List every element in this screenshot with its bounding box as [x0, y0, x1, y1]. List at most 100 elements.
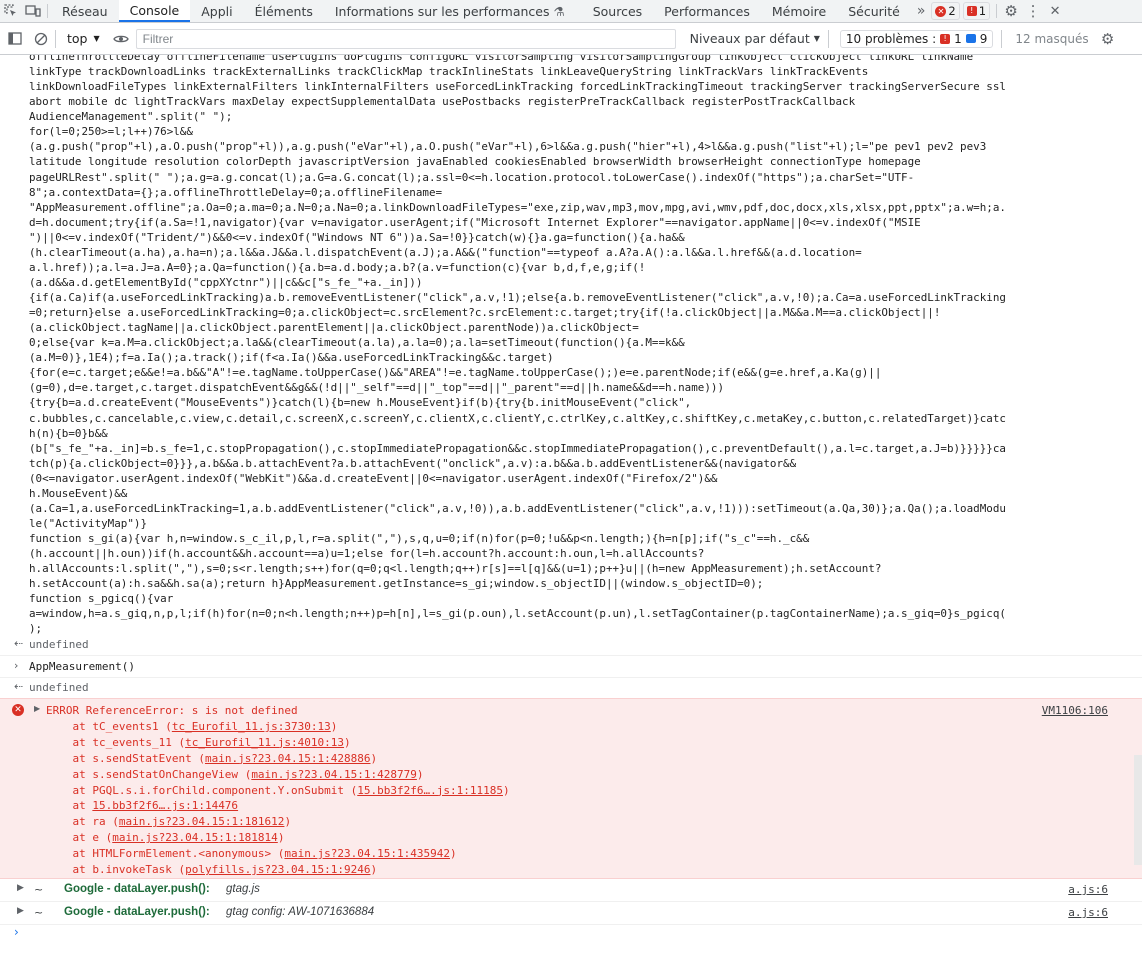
toolbar-divider [55, 29, 56, 48]
tabbar-divider-2 [996, 4, 998, 18]
stack-frame-link[interactable]: polyfills.js?23.04.15:1:9246 [185, 863, 370, 876]
stack-frame-function: at PGQL.s.i.forChild.component.Y.onSubmi… [46, 783, 351, 797]
expand-triangle-icon[interactable]: ▶ [34, 704, 40, 713]
log-label: Google - dataLayer.push(): [64, 906, 210, 918]
stack-frame: at tC_events1 (tc_Eurofil_11.js:3730:13) [46, 719, 510, 735]
stack-frame-function: at e [46, 831, 106, 845]
paren: ( [198, 751, 205, 765]
paren: ) [284, 815, 292, 829]
more-options-icon[interactable]: ⋮ [1022, 0, 1044, 22]
issue-icon: ! [966, 6, 977, 16]
dropdown-arrow-icon: ▼ [93, 34, 100, 43]
live-expression-eye-icon[interactable] [108, 34, 134, 44]
stack-frame: at HTMLFormElement.<anonymous> (main.js?… [46, 846, 510, 862]
dropdown-arrow-icon: ▼ [813, 34, 820, 43]
log-levels-dropdown[interactable]: Niveaux par défaut ▼ [690, 31, 820, 46]
problems-button[interactable]: 10 problèmes : ! 1 9 [839, 29, 994, 48]
problems-error-count: 1 [954, 31, 962, 46]
tab-appli[interactable]: Appli [190, 0, 243, 22]
tab-reseau[interactable]: Réseau [51, 0, 119, 22]
expand-triangle-icon[interactable]: ▶ [17, 883, 24, 893]
log-message: gtag.js [226, 883, 260, 895]
hidden-messages-count: 12 masqués [1015, 31, 1089, 46]
error-stack: ERROR ReferenceError: s is not defined a… [46, 703, 510, 878]
settings-gear-icon[interactable]: ⚙ [1000, 0, 1022, 22]
return-arrow-icon: ⇠ [14, 637, 24, 650]
error-source-link[interactable]: VM1106:106 [1042, 704, 1108, 717]
error-icon: ✕ [12, 704, 24, 716]
scrollbar-thumb[interactable] [1134, 755, 1142, 865]
tab-sources[interactable]: Sources [582, 0, 653, 22]
log-tilde: ~ [34, 906, 44, 919]
issue-icon: ! [940, 33, 951, 44]
context-label: top [67, 31, 88, 46]
paren: ) [370, 751, 378, 765]
inspect-element-icon[interactable] [0, 0, 22, 22]
stack-frame: at ra (main.js?23.04.15:1:181612) [46, 814, 510, 830]
stack-frame-function: at ra [46, 815, 113, 829]
stack-frame-link[interactable]: main.js?23.04.15:1:428886 [205, 752, 371, 765]
error-message: ✕ ▶ VM1106:106 ERROR ReferenceError: s i… [0, 698, 1142, 879]
stack-frame-link[interactable]: main.js?23.04.15:1:181814 [112, 831, 278, 844]
context-selector[interactable]: top ▼ [59, 31, 108, 46]
stack-frame-link[interactable]: tc_Eurofil_11.js:4010:13 [185, 736, 344, 749]
toolbar-divider-2 [827, 29, 829, 48]
stack-frame: at tc_events_11 (tc_Eurofil_11.js:4010:1… [46, 735, 510, 751]
tab-elements[interactable]: Éléments [244, 0, 324, 22]
console-prompt[interactable]: › [14, 925, 19, 939]
log-levels-label: Niveaux par défaut [689, 31, 810, 46]
result-text: undefined [29, 681, 89, 694]
stack-frame: at b.invokeTask (polyfills.js?23.04.15:1… [46, 862, 510, 878]
paren: ) [370, 863, 378, 877]
more-tabs-icon[interactable]: » [911, 0, 932, 22]
flask-icon: ⚗ [553, 3, 565, 19]
tab-console[interactable]: Console [118, 0, 191, 22]
tab-performance-insights[interactable]: Informations sur les performances ⚗ [324, 0, 576, 22]
tab-performances[interactable]: Performances [653, 0, 761, 22]
paren: ) [502, 783, 510, 797]
tabbar-divider [47, 4, 48, 18]
log-source-link[interactable]: a.js:6 [1068, 906, 1108, 919]
stack-frame-link[interactable]: 15.bb3f2f6….js:1:14476 [92, 799, 238, 812]
stack-frame-link[interactable]: 15.bb3f2f6….js:1:11185 [357, 784, 503, 797]
error-title: ERROR ReferenceError: s is not defined [46, 704, 298, 717]
google-log-row: ▶ ~ Google - dataLayer.push(): gtag conf… [0, 902, 1142, 925]
tab-securite[interactable]: Sécurité [837, 0, 911, 22]
error-count-badge[interactable]: ✕ 2 [931, 2, 960, 20]
paren: ) [330, 719, 338, 733]
stack-frame-function: at tc_events_11 [46, 735, 179, 749]
tab-memoire[interactable]: Mémoire [761, 0, 837, 22]
stack-frame: at e (main.js?23.04.15:1:181814) [46, 830, 510, 846]
console-log[interactable]: offlineThrottleDelay offlineFilename use… [0, 55, 1142, 961]
stack-frame-link[interactable]: tc_Eurofil_11.js:3730:13 [172, 720, 331, 733]
stack-frame-link[interactable]: main.js?23.04.15:1:435942 [284, 847, 450, 860]
log-tilde: ~ [34, 883, 44, 896]
stack-frame-function: at tC_events1 [46, 719, 166, 733]
stack-frame-link[interactable]: main.js?23.04.15:1:181612 [119, 815, 285, 828]
console-settings-gear-icon[interactable]: ⚙ [1097, 30, 1119, 48]
stack-frame: at s.sendStatEvent (main.js?23.04.15:1:4… [46, 751, 510, 767]
log-message: gtag config: AW-1071636884 [226, 906, 375, 918]
stack-frame-link[interactable]: main.js?23.04.15:1:428779 [251, 768, 417, 781]
stack-frame: at PGQL.s.i.forChild.component.Y.onSubmi… [46, 783, 510, 799]
return-arrow-icon: ⇠ [14, 680, 24, 693]
log-label: Google - dataLayer.push(): [64, 883, 210, 895]
log-source-link[interactable]: a.js:6 [1068, 883, 1108, 896]
stack-frame: at 15.bb3f2f6….js:1:14476 [46, 798, 510, 814]
problems-label: 10 problèmes : [845, 31, 937, 46]
expand-triangle-icon[interactable]: ▶ [17, 906, 24, 916]
device-toolbar-icon[interactable] [22, 0, 44, 22]
close-icon[interactable]: ✕ [1044, 0, 1066, 22]
warning-count-badge[interactable]: ! 1 [962, 2, 991, 20]
tab-performance-insights-label: Informations sur les performances [334, 3, 550, 19]
console-result-undefined-2: ⇠ undefined [0, 678, 1142, 699]
paren: ) [277, 831, 285, 845]
console-result-undefined: ⇠ undefined [0, 635, 1142, 656]
warning-count: 1 [978, 4, 987, 18]
error-icon: ✕ [935, 5, 947, 17]
sidebar-toggle-icon[interactable] [0, 32, 30, 45]
filter-input[interactable]: Filtrer [135, 28, 676, 49]
clear-console-icon[interactable] [30, 32, 52, 46]
code-output: offlineThrottleDelay offlineFilename use… [29, 55, 1006, 636]
stack-frame-function: at s.sendStatOnChangeView [46, 767, 245, 781]
